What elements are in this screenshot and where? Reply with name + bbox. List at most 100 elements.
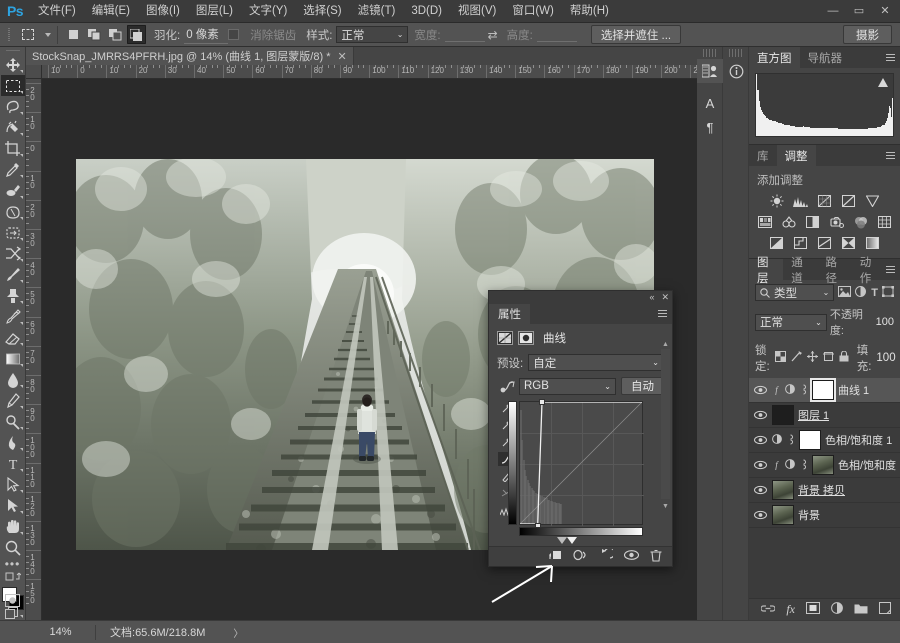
menu-item-10[interactable]: 帮助(H): [562, 0, 617, 23]
menu-item-8[interactable]: 视图(V): [450, 0, 504, 23]
crop-tool[interactable]: [1, 138, 25, 159]
patch-tool[interactable]: [1, 201, 25, 222]
history-brush-tool[interactable]: [1, 306, 25, 327]
close-icon[interactable]: ✕: [661, 293, 669, 302]
antialias-checkbox[interactable]: [228, 29, 240, 40]
horizontal-type-tool[interactable]: T: [1, 453, 25, 474]
new-adjustment-layer-icon[interactable]: [831, 602, 843, 617]
rail-grip[interactable]: [729, 49, 742, 57]
shuffle-tool[interactable]: [1, 243, 25, 264]
menu-item-9[interactable]: 窗口(W): [504, 0, 562, 23]
color-lookup-icon[interactable]: [877, 215, 892, 229]
curve-graph-wrap[interactable]: [508, 399, 644, 544]
scroll-up-icon[interactable]: ▲: [661, 341, 670, 348]
lock-artboard-icon[interactable]: [822, 351, 834, 365]
quick-selection-tool[interactable]: [1, 117, 25, 138]
vibrance-icon[interactable]: [865, 194, 880, 208]
levels-icon[interactable]: [793, 194, 808, 208]
layer-row[interactable]: 图层 1: [749, 403, 900, 428]
menu-item-0[interactable]: 文件(F): [30, 0, 84, 23]
layer-thumbnail[interactable]: [812, 455, 834, 475]
layer-list[interactable]: f 曲线 1 图层 1 色相/饱和度 1 f 色相/饱和度 背景 拷贝 背景: [749, 378, 900, 528]
pen-tool[interactable]: [1, 390, 25, 411]
invert-icon[interactable]: [769, 236, 784, 250]
tab-layers[interactable]: 图层: [749, 257, 784, 285]
more-tools-button[interactable]: •••: [1, 558, 25, 570]
visibility-icon[interactable]: [752, 410, 768, 420]
lock-image-pixels-icon[interactable]: [791, 351, 802, 365]
photo-filter-icon[interactable]: [829, 215, 844, 229]
gradient-tool[interactable]: [1, 348, 25, 369]
shape-filter-icon[interactable]: [882, 285, 894, 300]
add-to-selection-button[interactable]: [85, 25, 104, 44]
screen-mode-button[interactable]: [1, 607, 25, 620]
black-white-icon[interactable]: [805, 215, 820, 229]
close-button[interactable]: ✕: [872, 0, 898, 23]
properties-panel[interactable]: « ✕ 属性 曲线 预设: 自定 ⌄ RGB ⌄ 自动 ▲ ▼: [488, 290, 673, 567]
zoom-level[interactable]: 14%: [26, 624, 96, 640]
channel-select[interactable]: RGB ⌄: [519, 377, 616, 395]
chevron-down-icon[interactable]: [45, 32, 51, 37]
tab-channels[interactable]: 通道: [783, 257, 817, 285]
horizontal-ruler[interactable]: 10 0 10 20 30 40 50 60 70 80 90 100 110 120 130 140 150 1…: [42, 65, 697, 79]
rectangular-marquee-tool[interactable]: [0, 75, 25, 97]
subtract-from-selection-button[interactable]: [106, 25, 125, 44]
vertical-ruler[interactable]: 20 10 0 10 20 30 40 50 60 70 80 90 100 110 120 130 140 15…: [26, 79, 42, 620]
toggle-eyedropper-button[interactable]: [573, 549, 588, 564]
width-input[interactable]: [444, 27, 485, 42]
visibility-icon[interactable]: [752, 510, 768, 520]
delete-button[interactable]: [650, 549, 662, 565]
tab-properties[interactable]: 属性: [489, 304, 530, 324]
histogram-graph[interactable]: [755, 73, 894, 137]
direct-selection-tool[interactable]: [1, 495, 25, 516]
swap-arrows-icon[interactable]: ⇄: [485, 28, 501, 42]
tab-actions[interactable]: 动作: [852, 257, 886, 285]
curves-preset-icon[interactable]: [497, 331, 513, 345]
menu-item-7[interactable]: 3D(D): [403, 0, 450, 23]
layer-row[interactable]: 色相/饱和度 1: [749, 428, 900, 453]
new-layer-icon[interactable]: [879, 602, 891, 617]
selective-color-icon[interactable]: [841, 236, 856, 250]
preset-select[interactable]: 自定 ⌄: [528, 354, 664, 371]
zoom-tool[interactable]: [1, 537, 25, 558]
color-swatches[interactable]: [1, 586, 25, 611]
visibility-icon[interactable]: [752, 435, 768, 445]
layer-thumbnail[interactable]: [772, 505, 794, 525]
layer-name[interactable]: 图层 1: [798, 407, 829, 423]
gradient-map-icon[interactable]: [865, 236, 880, 250]
menu-item-3[interactable]: 图层(L): [188, 0, 241, 23]
opacity-value[interactable]: 100: [876, 316, 894, 328]
options-bar-grip[interactable]: [4, 23, 14, 47]
menu-item-6[interactable]: 滤镜(T): [350, 0, 404, 23]
burn-tool[interactable]: [1, 432, 25, 453]
layer-thumbnail[interactable]: [772, 405, 794, 425]
hand-tool[interactable]: [1, 516, 25, 537]
eyedropper-tool[interactable]: [1, 159, 25, 180]
collapse-icon[interactable]: «: [649, 293, 654, 302]
workspace-switcher[interactable]: 摄影: [843, 25, 892, 44]
pixel-filter-icon[interactable]: [838, 285, 852, 300]
layer-name[interactable]: 色相/饱和度: [838, 457, 896, 473]
type-filter-icon[interactable]: T: [871, 287, 878, 299]
move-tool[interactable]: [1, 54, 25, 75]
spot-healing-brush-tool[interactable]: [1, 180, 25, 201]
white-point-control[interactable]: [539, 399, 546, 405]
rectangular-marquee-icon[interactable]: [16, 25, 40, 45]
channel-mixer-icon[interactable]: [853, 215, 868, 229]
tab-library[interactable]: 库: [749, 145, 777, 166]
scroll-down-icon[interactable]: ▼: [661, 503, 670, 510]
layer-row[interactable]: 背景 拷贝: [749, 478, 900, 503]
status-expand-icon[interactable]: 〉: [233, 625, 243, 640]
menu-item-2[interactable]: 图像(I): [138, 0, 188, 23]
mask-link-icon[interactable]: [786, 434, 795, 447]
character-panel-icon[interactable]: A: [697, 91, 723, 115]
add-layer-mask-icon[interactable]: [806, 602, 820, 617]
apply-preset-icon[interactable]: [697, 59, 723, 83]
minimize-button[interactable]: —: [820, 0, 846, 23]
panel-menu-icon[interactable]: [886, 145, 895, 166]
new-group-icon[interactable]: [854, 603, 868, 617]
document-tab[interactable]: StockSnap_JMRRS4PFRH.jpg @ 14% (曲线 1, 图层…: [26, 47, 354, 65]
layer-style-fx-icon[interactable]: fx: [786, 602, 795, 617]
maximize-button[interactable]: ▭: [846, 0, 872, 23]
layer-row[interactable]: 背景: [749, 503, 900, 528]
